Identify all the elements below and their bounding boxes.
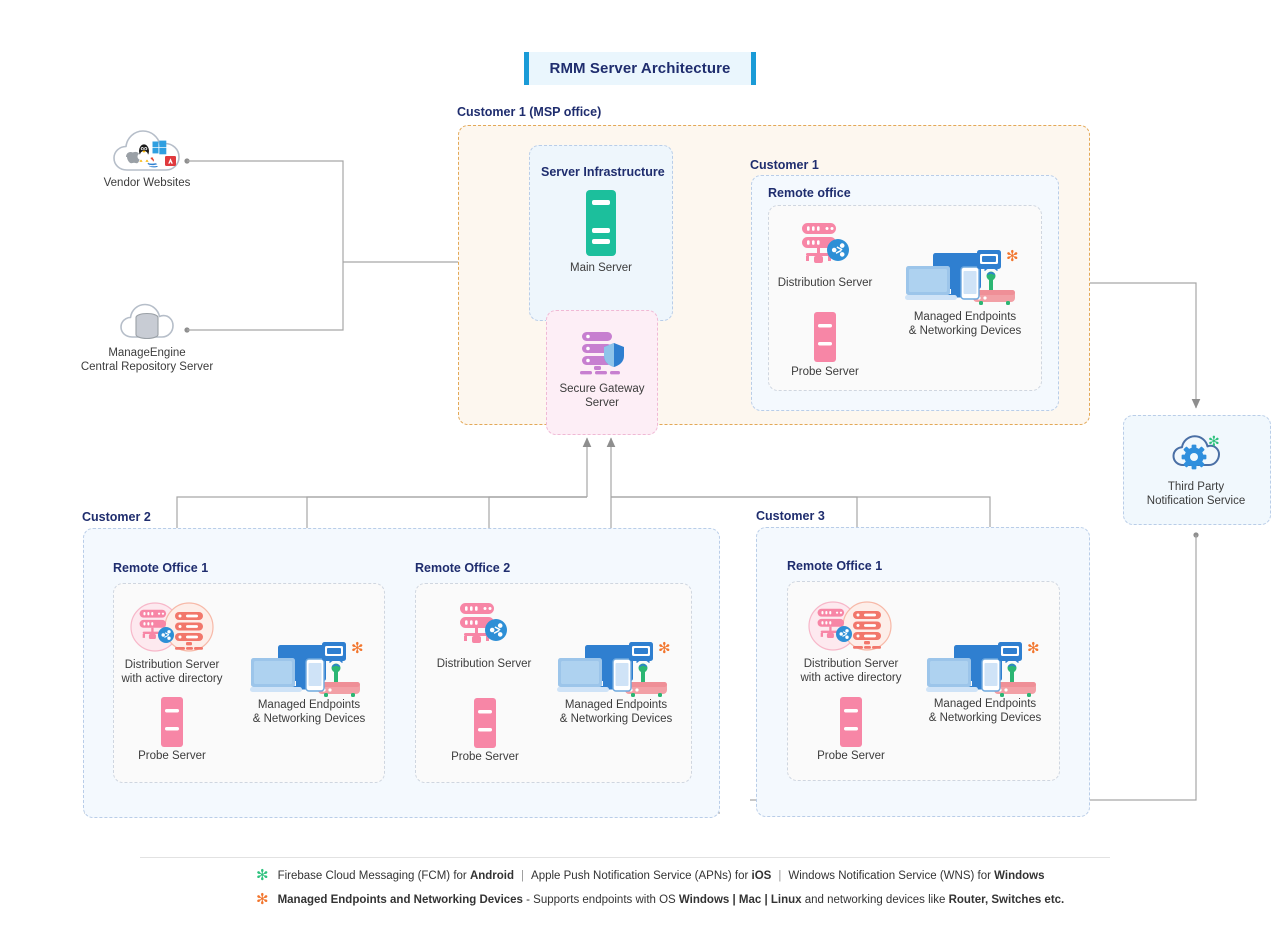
node-label-distribution-server-ad-c2o1: Distribution Server with active director… — [121, 659, 223, 685]
page-title: RMM Server Architecture — [524, 52, 756, 85]
node-label-main-server: Main Server — [570, 262, 632, 274]
node-label-probe-server-c2o1: Probe Server — [138, 750, 206, 762]
legend-row-notification-text: Firebase Cloud Messaging (FCM) for Andro… — [277, 869, 1045, 882]
distribution-server-icon — [458, 602, 508, 646]
node-label-probe-server-c3o1: Probe Server — [817, 750, 885, 762]
group-label-c3-office1: Remote Office 1 — [787, 559, 883, 573]
node-label-managed-endpoints-c3o1: Managed Endpoints & Networking Devices — [928, 698, 1042, 724]
group-label-customer1-remote-office: Remote office — [768, 186, 851, 200]
svg-text:✻: ✻ — [351, 640, 364, 657]
title-accent-bar-left — [524, 52, 529, 85]
page-title-text: RMM Server Architecture — [549, 60, 731, 77]
svg-text:✻: ✻ — [658, 640, 671, 657]
node-label-managed-endpoints-c1: Managed Endpoints & Networking Devices — [908, 311, 1022, 337]
distribution-server-icon — [800, 222, 850, 266]
distribution-server-active-directory-icon — [808, 601, 894, 651]
svg-text:✻: ✻ — [1006, 248, 1019, 265]
probe-server-icon — [811, 312, 839, 362]
node-label-distribution-server-c2o2: Distribution Server — [436, 658, 532, 670]
central-repository-cloud-icon — [120, 297, 174, 343]
node-label-central-repository: ManageEngine Central Repository Server — [80, 347, 214, 373]
main-server-icon — [578, 190, 624, 256]
legend-divider — [140, 857, 1110, 858]
node-label-vendor-websites: Vendor Websites — [103, 177, 191, 189]
legend-row-endpoints-text: Managed Endpoints and Networking Devices… — [277, 893, 1065, 906]
node-label-distribution-server-c1: Distribution Server — [777, 277, 873, 289]
group-label-c2-office1: Remote Office 1 — [113, 561, 209, 575]
node-label-managed-endpoints-c2o1: Managed Endpoints & Networking Devices — [252, 699, 366, 725]
group-label-c2-office2: Remote Office 2 — [415, 561, 511, 575]
legend-row-endpoints: ✻ Managed Endpoints and Networking Devic… — [256, 892, 1064, 907]
group-label-msp: Customer 1 (MSP office) — [457, 105, 602, 119]
svg-text:✻: ✻ — [1208, 434, 1220, 450]
node-label-distribution-server-ad-c3o1: Distribution Server with active director… — [800, 658, 902, 684]
managed-endpoints-icon: ✻ — [926, 639, 1044, 700]
distribution-server-active-directory-icon — [130, 602, 216, 652]
notification-cloud-gear-icon: ✻ — [1172, 432, 1224, 474]
svg-text:✻: ✻ — [1027, 640, 1040, 657]
managed-endpoints-icon: ✻ — [905, 247, 1023, 308]
secure-gateway-server-icon — [578, 330, 626, 376]
diagram-canvas: RMM Server Architecture Customer 1 (MSP … — [0, 0, 1280, 927]
node-label-managed-endpoints-c2o2: Managed Endpoints & Networking Devices — [559, 699, 673, 725]
managed-endpoints-icon: ✻ — [557, 639, 675, 700]
node-label-secure-gateway: Secure Gateway Server — [559, 383, 645, 409]
green-asterisk-icon: ✻ — [256, 867, 269, 884]
node-label-probe-server-c2o2: Probe Server — [451, 751, 519, 763]
probe-server-icon — [471, 698, 499, 748]
probe-server-icon — [158, 697, 186, 747]
node-label-probe-server-c1: Probe Server — [791, 366, 859, 378]
title-accent-bar-right — [751, 52, 756, 85]
legend-row-notification: ✻ Firebase Cloud Messaging (FCM) for And… — [256, 868, 1045, 883]
orange-asterisk-icon: ✻ — [256, 891, 269, 908]
node-label-third-party-notification: Third Party Notification Service — [1146, 481, 1246, 507]
group-label-customer2: Customer 2 — [82, 510, 151, 524]
group-label-customer3: Customer 3 — [756, 509, 825, 523]
group-label-server-infrastructure: Server Infrastructure — [541, 165, 665, 179]
vendor-websites-cloud-icon — [113, 126, 181, 174]
group-label-customer1: Customer 1 — [750, 158, 819, 172]
probe-server-icon — [837, 697, 865, 747]
managed-endpoints-icon: ✻ — [250, 639, 368, 700]
